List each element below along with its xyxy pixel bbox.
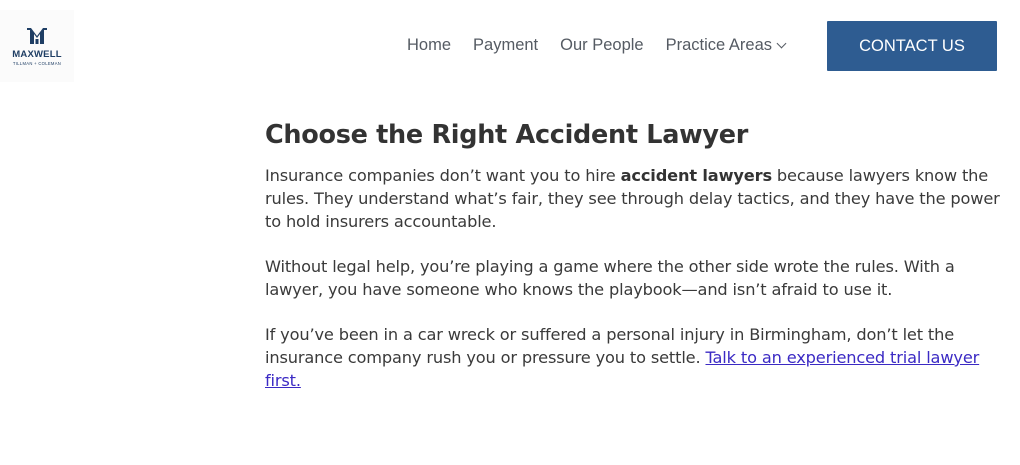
- nav-item-our-people[interactable]: Our People: [560, 36, 643, 55]
- page-title: Choose the Right Accident Lawyer: [265, 120, 749, 150]
- paragraph-2: Without legal help, you’re playing a gam…: [265, 257, 955, 299]
- article-content: Choose the Right Accident Lawyer Insuran…: [265, 118, 1015, 414]
- paragraph-1: Insurance companies don’t want you to hi…: [265, 164, 1015, 233]
- nav-item-label: Home: [407, 36, 452, 54]
- nav-item-home[interactable]: Home: [407, 36, 451, 55]
- paragraph-1-text-start: Insurance companies don’t want you to hi…: [265, 166, 621, 185]
- logo-monogram-icon: [27, 27, 47, 44]
- nav-item-label: Payment: [473, 36, 539, 54]
- logo-name: MAXWELL: [12, 48, 62, 60]
- nav-item-practice-areas[interactable]: Practice Areas: [665, 36, 787, 55]
- keyword-accident-lawyers: accident lawyers: [620, 166, 772, 185]
- contact-us-label: CONTACT US: [859, 36, 965, 55]
- paragraph-3: If you’ve been in a car wreck or suffere…: [265, 323, 1015, 392]
- logo-subtitle: TILLMAN + COLEMAN: [12, 60, 62, 66]
- nav-item-label: Our People: [560, 36, 644, 54]
- chevron-down-icon: [776, 38, 787, 49]
- nav-item-label: Practice Areas: [665, 36, 772, 54]
- nav-item-payment[interactable]: Payment: [473, 36, 538, 55]
- contact-us-button[interactable]: CONTACT US: [827, 21, 997, 71]
- main-nav: Home Payment Our People Practice Areas: [396, 36, 796, 55]
- site-header: MAXWELL TILLMAN + COLEMAN Home Payment O…: [0, 0, 1020, 90]
- site-logo[interactable]: MAXWELL TILLMAN + COLEMAN: [0, 10, 74, 82]
